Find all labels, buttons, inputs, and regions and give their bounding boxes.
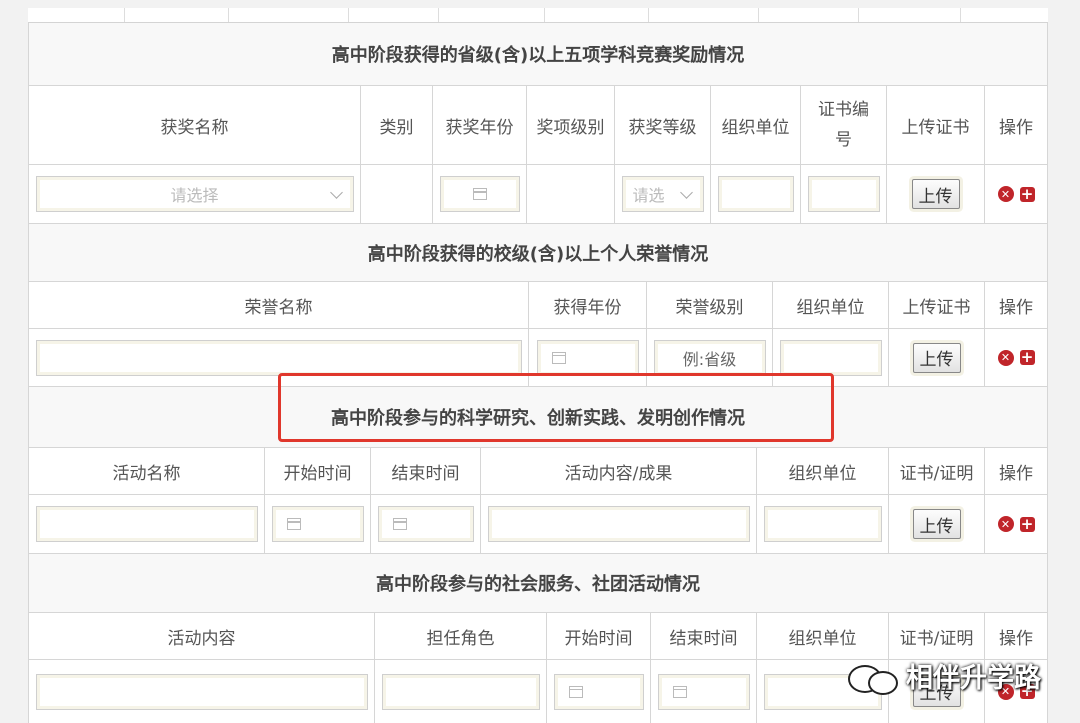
col-honor-level: 荣誉级别 [647, 282, 773, 328]
calendar-icon [472, 188, 487, 200]
obtained-year-input[interactable] [536, 339, 639, 376]
col-actions: 操作 [985, 448, 1047, 494]
activity-name-input[interactable] [35, 506, 258, 542]
competitions-entry-row: 请选择 请选 上传 ✕ + [28, 165, 1048, 224]
col-award-name: 获奖名称 [29, 86, 361, 164]
col-start-time: 开始时间 [547, 613, 651, 659]
col-award-grade: 获奖等级 [615, 86, 711, 164]
research-entry-row: 上传 ✕ + [28, 495, 1048, 554]
upload-button[interactable]: 上传 [911, 179, 960, 209]
col-end-time: 结束时间 [371, 448, 481, 494]
application-form: 高中阶段获得的省级(含)以上五项学科竞赛奖励情况 获奖名称 类别 获奖年份 奖项… [28, 8, 1048, 723]
award-name-select[interactable]: 请选择 [35, 176, 354, 212]
calendar-icon [672, 685, 687, 698]
col-role: 担任角色 [375, 613, 547, 659]
col-start-time: 开始时间 [265, 448, 371, 494]
organizer-input[interactable] [779, 339, 882, 376]
section-title-honors: 高中阶段获得的校级(含)以上个人荣誉情况 [28, 224, 1048, 282]
col-obtained-year: 获得年份 [529, 282, 647, 328]
plus-square-icon[interactable]: + [1019, 186, 1035, 202]
start-time-input[interactable] [553, 673, 644, 710]
col-activity-content: 活动内容/成果 [481, 448, 757, 494]
honor-name-input[interactable] [35, 339, 522, 376]
chevron-down-icon [329, 186, 343, 199]
highlight-box [278, 373, 834, 442]
col-category: 类别 [361, 86, 433, 164]
wechat-icon [848, 659, 900, 695]
col-award-level: 奖项级别 [527, 86, 615, 164]
col-certificate-proof: 证书/证明 [889, 448, 985, 494]
col-award-year: 获奖年份 [433, 86, 527, 164]
category-cell [361, 165, 433, 223]
calendar-icon [551, 351, 566, 364]
close-circle-icon[interactable]: ✕ [997, 516, 1014, 532]
col-organizer: 组织单位 [757, 613, 889, 659]
organizer-input[interactable] [717, 176, 794, 212]
award-grade-placeholder: 请选 [632, 186, 665, 205]
watermark: 相伴升学路 [848, 656, 1041, 695]
close-circle-icon[interactable]: ✕ [997, 186, 1014, 202]
top-divider [28, 8, 1048, 23]
competitions-header-row: 获奖名称 类别 获奖年份 奖项级别 获奖等级 组织单位 证书编号 上传证书 操作 [28, 86, 1048, 165]
col-actions: 操作 [985, 282, 1047, 328]
col-organizer: 组织单位 [711, 86, 801, 164]
section-title-competitions: 高中阶段获得的省级(含)以上五项学科竞赛奖励情况 [28, 23, 1048, 86]
award-level-cell [527, 165, 615, 223]
activity-content-input[interactable] [35, 673, 368, 710]
research-header-row: 活动名称 开始时间 结束时间 活动内容/成果 组织单位 证书/证明 操作 [28, 448, 1048, 495]
col-upload-certificate: 上传证书 [887, 86, 985, 164]
col-activity-content: 活动内容 [29, 613, 375, 659]
col-certificate-proof: 证书/证明 [889, 613, 985, 659]
upload-button[interactable]: 上传 [912, 509, 961, 539]
col-organizer: 组织单位 [757, 448, 889, 494]
role-input[interactable] [381, 673, 540, 710]
col-organizer: 组织单位 [773, 282, 889, 328]
end-time-input[interactable] [377, 506, 474, 542]
award-year-input[interactable] [439, 176, 520, 212]
honor-level-input[interactable]: 例:省级 [653, 339, 766, 376]
section-title-service: 高中阶段参与的社会服务、社团活动情况 [28, 554, 1048, 613]
end-time-input[interactable] [657, 673, 750, 710]
col-certificate-no: 证书编号 [801, 86, 887, 164]
col-upload-certificate: 上传证书 [889, 282, 985, 328]
close-circle-icon[interactable]: ✕ [997, 349, 1014, 366]
calendar-icon [568, 685, 583, 698]
plus-square-icon[interactable]: + [1019, 516, 1035, 532]
award-grade-select[interactable]: 请选 [621, 176, 704, 212]
col-activity-name: 活动名称 [29, 448, 265, 494]
col-actions: 操作 [985, 86, 1047, 164]
award-name-placeholder: 请选择 [170, 186, 219, 205]
upload-button[interactable]: 上传 [912, 342, 961, 373]
col-end-time: 结束时间 [651, 613, 757, 659]
certificate-no-input[interactable] [807, 176, 880, 212]
chevron-down-icon [679, 186, 693, 199]
start-time-input[interactable] [271, 506, 364, 542]
plus-square-icon[interactable]: + [1019, 350, 1035, 365]
service-header-row: 活动内容 担任角色 开始时间 结束时间 组织单位 证书/证明 操作 [28, 613, 1048, 660]
calendar-icon [392, 518, 407, 530]
col-honor-name: 荣誉名称 [29, 282, 529, 328]
organizer-input[interactable] [763, 506, 882, 542]
col-actions: 操作 [985, 613, 1047, 659]
activity-content-input[interactable] [487, 506, 750, 542]
watermark-text: 相伴升学路 [906, 663, 1041, 694]
honors-header-row: 荣誉名称 获得年份 荣誉级别 组织单位 上传证书 操作 [28, 282, 1048, 329]
calendar-icon [286, 518, 301, 530]
